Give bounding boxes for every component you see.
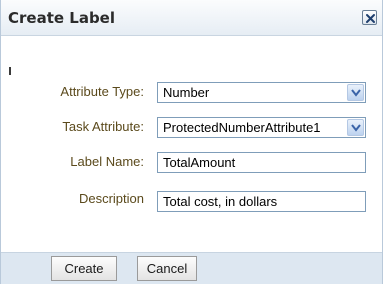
edge-marker [9, 67, 11, 75]
close-button[interactable] [362, 10, 377, 25]
attribute-type-label: Attribute Type: [60, 84, 144, 99]
description-label: Description [78, 191, 144, 206]
create-label-dialog: Create Label Attribute Type: Number Task… [0, 0, 383, 284]
attribute-type-dropdown-button[interactable] [347, 84, 364, 101]
task-attribute-value: ProtectedNumberAttribute1 [163, 120, 321, 135]
description-value: Total cost, in dollars [163, 194, 278, 209]
task-attribute-select[interactable]: ProtectedNumberAttribute1 [157, 117, 366, 138]
dialog-titlebar: Create Label [1, 0, 382, 36]
chevron-down-icon [351, 89, 361, 97]
attribute-type-select[interactable]: Number [157, 82, 366, 103]
label-name-value: TotalAmount [163, 155, 236, 170]
cancel-button[interactable]: Cancel [137, 256, 197, 281]
label-name-input[interactable]: TotalAmount [157, 152, 366, 173]
task-attribute-label: Task Attribute: [62, 119, 144, 134]
create-button[interactable]: Create [51, 256, 117, 281]
description-input[interactable]: Total cost, in dollars [157, 191, 366, 212]
close-icon [366, 14, 375, 23]
chevron-down-icon [351, 124, 361, 132]
label-name-label: Label Name: [70, 154, 144, 169]
dialog-title: Create Label [8, 9, 115, 27]
task-attribute-dropdown-button[interactable] [347, 119, 364, 136]
attribute-type-value: Number [163, 85, 210, 100]
